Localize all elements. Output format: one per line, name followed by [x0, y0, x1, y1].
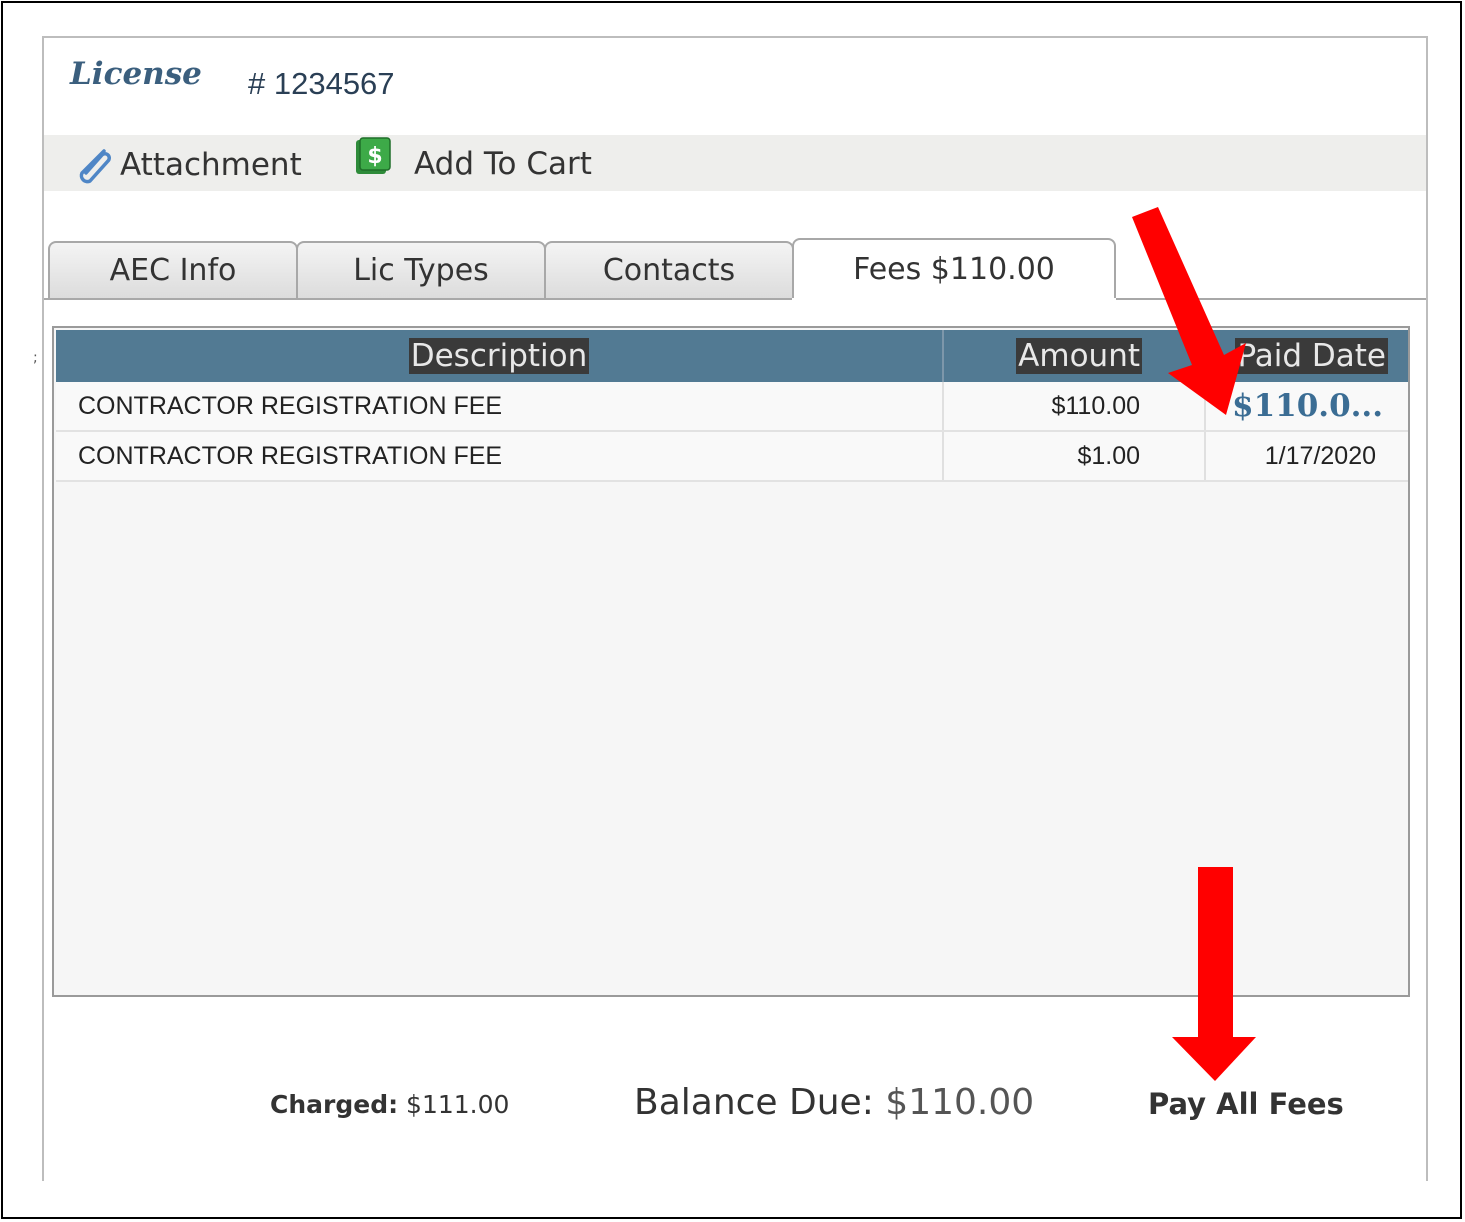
- cell-amount: $1.00: [1077, 441, 1140, 470]
- add-to-cart-button[interactable]: $ Add To Cart: [352, 137, 592, 182]
- balance-due-value: $110.00: [885, 1082, 1035, 1123]
- red-arrow-down: [1172, 867, 1256, 1081]
- attachment-button[interactable]: Attachment: [70, 145, 302, 185]
- balance-due-label: Balance Due:: [634, 1082, 874, 1123]
- red-arrow-diagonal: [1132, 207, 1246, 415]
- column-header-description[interactable]: Description: [56, 330, 942, 382]
- cell-description: CONTRACTOR REGISTRATION FEE: [78, 441, 503, 470]
- tab-lic-types[interactable]: Lic Types: [296, 241, 546, 298]
- paperclip-icon: [79, 149, 111, 184]
- charged-value: $111.00: [406, 1090, 510, 1119]
- cell-paid-date: 1/17/2020: [1264, 441, 1376, 470]
- svg-text:$: $: [367, 144, 382, 169]
- attachment-label: Attachment: [120, 147, 302, 183]
- active-tab-gap: [792, 298, 1116, 300]
- license-title: License: [70, 56, 202, 92]
- license-number: # 1234567: [248, 66, 395, 101]
- balance-due-summary: Balance Due: $110.00: [634, 1082, 1034, 1123]
- stray-glyph: ;: [33, 350, 38, 366]
- dollar-cart-icon: $: [356, 137, 391, 174]
- tab-fees[interactable]: Fees $110.00: [792, 238, 1116, 298]
- add-to-cart-label: Add To Cart: [414, 146, 592, 182]
- tab-aec-info[interactable]: AEC Info: [48, 241, 298, 298]
- toolbar: Attachment $ Add To Cart: [44, 135, 1426, 191]
- cell-description: CONTRACTOR REGISTRATION FEE: [78, 391, 503, 420]
- tab-contacts[interactable]: Contacts: [544, 241, 794, 298]
- table-row[interactable]: CONTRACTOR REGISTRATION FEE $1.00 1/17/2…: [56, 432, 1408, 482]
- charged-label: Charged:: [270, 1090, 399, 1119]
- cell-amount: $110.00: [1051, 391, 1140, 420]
- charged-summary: Charged: $111.00: [270, 1090, 509, 1119]
- pay-all-fees-button[interactable]: Pay All Fees: [1148, 1087, 1344, 1121]
